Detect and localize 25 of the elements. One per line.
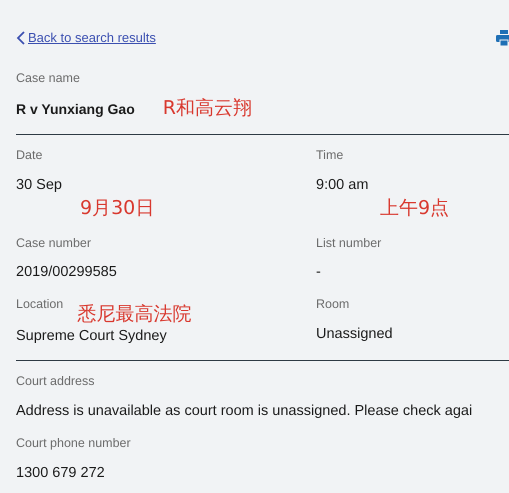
annotation-text: 上午9点: [380, 197, 450, 220]
field-value: 1300 679 272: [16, 464, 105, 482]
field-value: Unassigned: [316, 325, 393, 344]
annotation-text: 9月30日: [80, 197, 154, 220]
field-label: Date: [16, 146, 42, 164]
field-label: Room: [316, 296, 350, 314]
annotation-text: R和高云翔: [162, 96, 252, 118]
chevron-left-icon: [16, 30, 26, 45]
field-label: List number: [316, 234, 382, 252]
field-label: Case number: [16, 234, 92, 252]
annotation-text: 悉尼最高法院: [77, 303, 192, 325]
field-value: Address is unavailable as court room is unassigned. Please check agai: [16, 402, 472, 421]
printer-icon[interactable]: [496, 30, 509, 46]
field-label: Case name: [16, 70, 80, 87]
field-value: R v Yunxiang Gao: [16, 100, 135, 119]
field-label: Court phone number: [16, 434, 131, 452]
field-value: 30 Sep: [16, 176, 62, 194]
field-value: 9:00 am: [316, 176, 368, 194]
field-label: Time: [316, 146, 344, 164]
field-value: -: [316, 263, 321, 282]
field-label: Location: [16, 296, 64, 314]
field-label: Court address: [16, 373, 95, 390]
back-link[interactable]: Back to search results: [16, 28, 156, 48]
field-value: Supreme Court Sydney: [16, 327, 167, 346]
field-value: 2019/00299585: [16, 263, 117, 282]
